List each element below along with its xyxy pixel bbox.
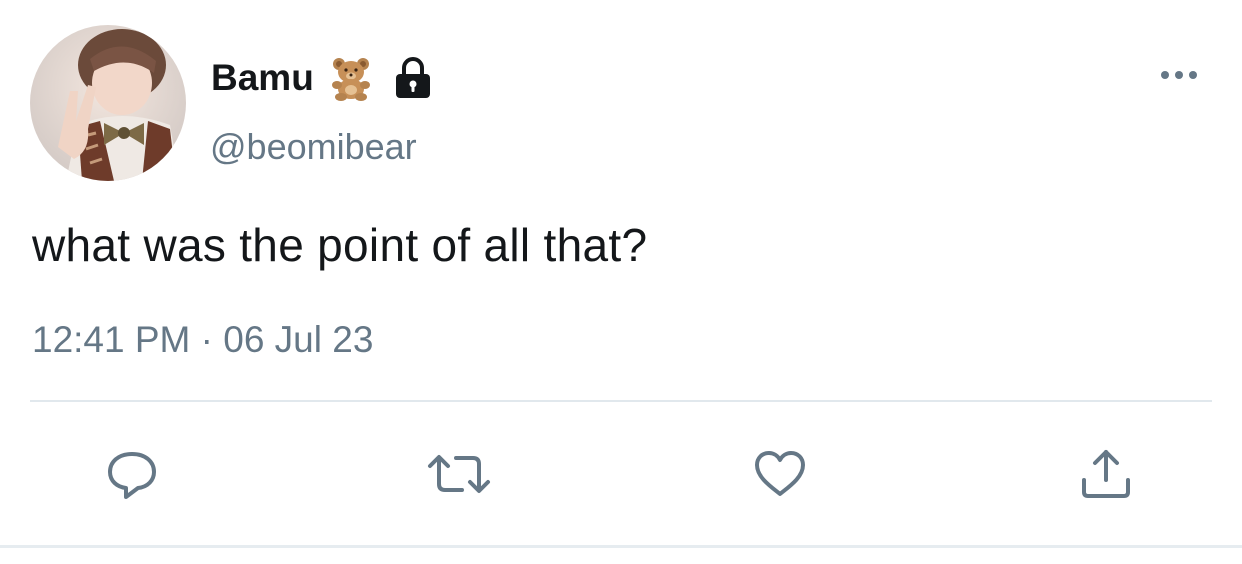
retweet-icon <box>428 455 490 493</box>
avatar-image <box>30 25 186 181</box>
reply-icon <box>108 452 156 499</box>
tweet-text: what was the point of all that? <box>32 219 648 271</box>
like-icon <box>755 451 805 496</box>
retweet-button[interactable] <box>424 446 490 502</box>
reply-button[interactable] <box>104 446 160 502</box>
teddy-bear-icon <box>328 55 374 101</box>
avatar[interactable] <box>30 25 186 181</box>
divider <box>30 400 1212 402</box>
tweet-timestamp[interactable]: 12:41 PM · 06 Jul 23 <box>32 318 373 362</box>
share-icon <box>1082 450 1130 498</box>
more-icon <box>1161 71 1197 79</box>
bottom-divider <box>0 545 1242 548</box>
lock-icon <box>392 56 434 100</box>
display-name-text: Bamu <box>211 57 314 98</box>
share-button[interactable] <box>1078 446 1134 502</box>
like-button[interactable] <box>752 446 808 502</box>
display-name[interactable]: Bamu <box>211 55 434 101</box>
user-handle[interactable]: @beomibear <box>210 126 417 168</box>
more-options-button[interactable] <box>1156 62 1202 88</box>
